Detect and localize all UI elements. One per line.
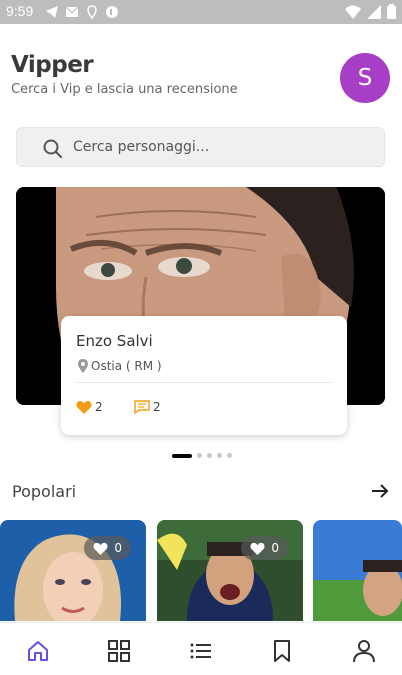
arrow-right-icon[interactable] — [370, 481, 390, 501]
bookmark-icon[interactable] — [270, 639, 294, 663]
popular-photo — [313, 520, 402, 621]
status-time: 9:59 — [6, 3, 34, 19]
system-icons — [345, 4, 396, 19]
carousel-dot[interactable] — [172, 453, 192, 458]
carousel-dot[interactable] — [227, 453, 232, 458]
popular-card[interactable] — [313, 520, 402, 621]
map-pin-icon — [78, 359, 88, 373]
search-icon — [43, 139, 62, 158]
popular-like-count: 0 — [271, 541, 279, 555]
popular-like-count: 0 — [114, 541, 122, 555]
heart-icon — [93, 542, 108, 555]
notification-icons — [45, 5, 119, 19]
bottom-navigation — [0, 622, 402, 675]
popular-section-title: Popolari — [12, 482, 77, 501]
search-input[interactable]: Cerca personaggi... — [16, 127, 385, 167]
popular-photo — [157, 520, 303, 621]
popular-like-pill[interactable]: 0 — [84, 536, 131, 560]
featured-reviews-count: 2 — [153, 400, 161, 414]
mail-icon — [65, 6, 79, 17]
battery-icon — [387, 4, 396, 19]
heart-icon — [76, 401, 92, 414]
signal-icon — [367, 4, 381, 19]
grid-icon[interactable] — [107, 639, 131, 663]
carousel-dot[interactable] — [217, 453, 222, 458]
wifi-icon — [345, 5, 361, 19]
carousel-dot[interactable] — [207, 453, 212, 458]
location-icon — [87, 5, 97, 19]
app-title: Vipper — [11, 52, 94, 78]
featured-location-text: Ostia ( RM ) — [91, 359, 162, 373]
popular-card[interactable]: 0 — [0, 520, 146, 621]
home-icon[interactable] — [26, 639, 50, 663]
status-bar: 9:59 — [0, 0, 402, 24]
carousel-indicator — [172, 453, 232, 458]
popular-like-pill[interactable]: 0 — [241, 536, 288, 560]
card-divider — [76, 382, 332, 383]
popular-card[interactable]: 0 — [157, 520, 303, 621]
featured-likes[interactable]: 2 — [76, 400, 103, 414]
app-subtitle: Cerca i Vip e lascia una recensione — [11, 82, 238, 97]
popular-photo — [0, 520, 146, 621]
featured-card[interactable]: Enzo Salvi Ostia ( RM ) 2 2 — [61, 316, 347, 435]
heart-icon — [250, 542, 265, 555]
featured-name: Enzo Salvi — [76, 332, 153, 350]
profile-icon[interactable] — [352, 639, 376, 663]
featured-likes-count: 2 — [95, 400, 103, 414]
avatar[interactable]: S — [340, 53, 390, 103]
featured-reviews[interactable]: 2 — [134, 400, 161, 414]
carousel-dot[interactable] — [197, 453, 202, 458]
list-icon[interactable] — [189, 639, 213, 663]
comment-icon — [134, 400, 150, 414]
featured-location: Ostia ( RM ) — [78, 359, 162, 373]
app-icon — [106, 6, 118, 18]
telegram-icon — [46, 6, 58, 18]
avatar-letter: S — [357, 65, 373, 91]
search-placeholder: Cerca personaggi... — [73, 139, 210, 155]
